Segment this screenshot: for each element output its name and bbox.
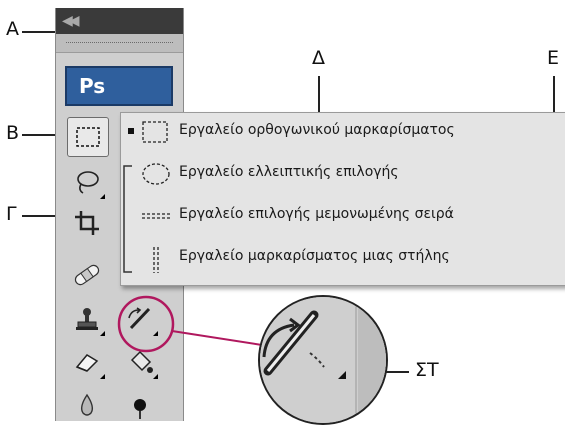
- connector-line: [171, 330, 263, 346]
- highlight-circle: [117, 295, 175, 353]
- zoom-magnifier: [258, 295, 388, 425]
- history-brush-zoom-icon: [260, 297, 386, 423]
